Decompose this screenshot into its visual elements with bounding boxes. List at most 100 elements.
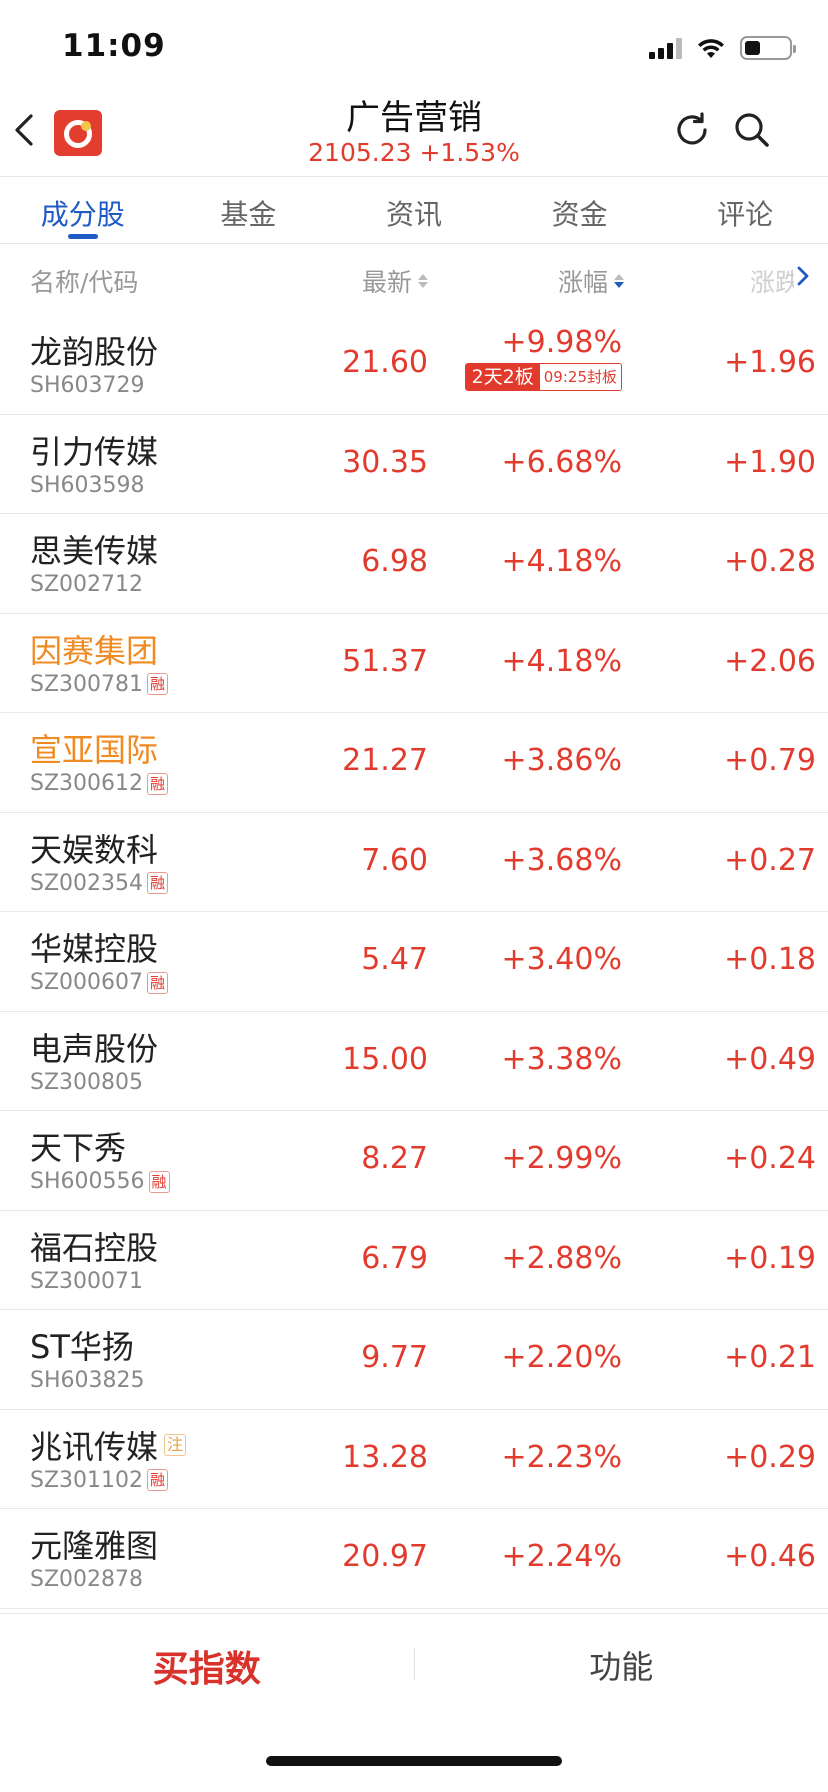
battery-level — [745, 41, 760, 55]
stock-code: SZ000607 — [30, 970, 144, 995]
stock-name: 因赛集团 — [30, 631, 159, 670]
stock-name: 兆讯传媒 — [30, 1427, 159, 1466]
column-change-pct-sort[interactable]: 涨幅 — [558, 263, 624, 299]
column-latest-sort[interactable]: 最新 — [362, 263, 428, 299]
stock-price: 8.27 — [361, 1141, 428, 1176]
stock-price: 9.77 — [361, 1340, 428, 1375]
tab-news[interactable]: 资讯 — [331, 177, 497, 243]
stock-name: 思美传媒 — [30, 532, 159, 570]
stock-code-line: SH603825 — [30, 1368, 145, 1393]
sort-icon — [418, 274, 428, 288]
stock-change-pct: +4.18% — [501, 544, 622, 579]
stock-change: +0.28 — [724, 544, 816, 579]
stock-name-wrap: 思美传媒 — [30, 526, 158, 572]
stock-change: +0.18 — [724, 942, 816, 977]
stock-name-wrap: ST华扬 — [30, 1322, 134, 1368]
stock-code: SH603598 — [30, 472, 145, 498]
stock-code-line: SZ300612 融 — [30, 771, 169, 796]
stock-change-pct: +6.68% — [501, 444, 622, 480]
stock-code: SZ002712 — [30, 572, 144, 597]
scroll-columns-right-button[interactable] — [796, 265, 810, 291]
tab-constituents[interactable]: 成分股 — [0, 177, 166, 243]
stock-change-pct: +2.88% — [501, 1240, 622, 1276]
stock-change: +0.19 — [724, 1240, 816, 1276]
stock-name-wrap: 引力传媒 — [30, 427, 158, 473]
stock-name-wrap: 天娱数科 — [30, 825, 158, 871]
status-icons — [649, 36, 796, 60]
stock-row[interactable]: 兆讯传媒注 SZ301102 融 13.28 +2.23% +0.29 — [0, 1410, 828, 1509]
stock-code: SZ300805 — [30, 1069, 144, 1095]
refresh-button[interactable] — [672, 110, 712, 150]
stock-row[interactable]: 思美传媒 SZ002712 6.98 +4.18% +0.28 — [0, 514, 828, 614]
stock-code: SZ002354 — [30, 870, 144, 896]
stock-row[interactable]: 宣亚国际 SZ300612 融 21.27 +3.86% +0.79 — [0, 713, 828, 813]
stock-price: 13.28 — [342, 1439, 428, 1475]
stock-row[interactable]: 因赛集团 SZ300781 融 51.37 +4.18% +2.06 — [0, 614, 828, 713]
stock-code: SZ002878 — [30, 1567, 144, 1592]
stock-code-line: SZ002712 — [30, 572, 143, 597]
stock-row[interactable]: 福石控股 SZ300071 6.79 +2.88% +0.19 — [0, 1211, 828, 1310]
buy-index-button[interactable]: 买指数 — [0, 1614, 414, 1713]
tab-comments[interactable]: 评论 — [662, 177, 828, 243]
stock-name: 华媒控股 — [30, 930, 159, 968]
stock-code-line: SZ301102 融 — [30, 1468, 169, 1493]
stock-list: 龙韵股份 SH603729 21.60 +9.98% 2天2板 09:25封板 +1.96 引… — [0, 315, 828, 1609]
sort-desc-icon — [614, 274, 624, 288]
stock-row[interactable]: 引力传媒 SH603598 30.35 +6.68% +1.90 — [0, 415, 828, 514]
stock-name-wrap: 天下秀 — [30, 1123, 126, 1169]
note-tag: 注 — [164, 1433, 187, 1456]
stock-change: +1.90 — [724, 444, 816, 480]
stock-name: 引力传媒 — [30, 432, 159, 471]
stock-code-line: SH603598 — [30, 473, 145, 498]
stock-name: 福石控股 — [30, 1228, 159, 1267]
stock-row[interactable]: ST华扬 SH603825 9.77 +2.20% +0.21 — [0, 1310, 828, 1410]
column-latest-label: 最新 — [361, 268, 412, 297]
stock-name: 电声股份 — [30, 1029, 159, 1068]
stock-row[interactable]: 电声股份 SZ300805 15.00 +3.38% +0.49 — [0, 1012, 828, 1111]
stock-name-wrap: 元隆雅图 — [30, 1521, 158, 1567]
stock-row[interactable]: 天娱数科 SZ002354 融 7.60 +3.68% +0.27 — [0, 813, 828, 912]
stock-price: 7.60 — [361, 842, 428, 878]
stock-price: 6.79 — [361, 1240, 428, 1276]
stock-row[interactable]: 龙韵股份 SH603729 21.60 +9.98% 2天2板 09:25封板 +1.96 — [0, 315, 828, 415]
stock-row[interactable]: 华媒控股 SZ000607 融 5.47 +3.40% +0.18 — [0, 912, 828, 1012]
stock-change-pct: +9.98% — [501, 325, 622, 360]
stock-code-line: SZ300781 融 — [30, 672, 169, 697]
stock-code-line: SH600556 融 — [30, 1169, 170, 1194]
margin-tag: 融 — [147, 673, 169, 695]
tab-funds[interactable]: 基金 — [166, 177, 332, 243]
stock-price: 21.60 — [342, 345, 428, 380]
search-button[interactable] — [732, 110, 772, 150]
stock-name: 天娱数科 — [30, 830, 159, 869]
tab-capital[interactable]: 资金 — [497, 177, 663, 243]
status-time: 11:09 — [62, 28, 166, 64]
stock-change-pct: +2.20% — [501, 1340, 622, 1375]
tab-bar: 成分股 基金 资讯 资金 评论 — [0, 176, 828, 244]
stock-price: 6.98 — [361, 544, 428, 579]
margin-tag: 融 — [147, 1469, 169, 1491]
stock-name: ST华扬 — [30, 1328, 134, 1366]
stock-row[interactable]: 天下秀 SH600556 融 8.27 +2.99% +0.24 — [0, 1111, 828, 1211]
chevron-right-icon — [797, 266, 809, 286]
stock-change-pct: +4.18% — [501, 643, 622, 679]
margin-tag: 融 — [147, 772, 169, 795]
stock-change: +0.21 — [724, 1340, 816, 1375]
stock-code-line: SZ300805 — [30, 1070, 143, 1095]
stock-code: SH603729 — [30, 373, 145, 398]
stock-row[interactable]: 元隆雅图 SZ002878 20.97 +2.24% +0.46 — [0, 1509, 828, 1609]
stock-price: 51.37 — [342, 643, 428, 679]
stock-change-pct: +3.40% — [501, 942, 622, 977]
stock-change-pct: +2.99% — [501, 1141, 622, 1176]
stock-name: 宣亚国际 — [30, 731, 159, 769]
stock-price: 5.47 — [361, 942, 428, 977]
stock-name-wrap: 因赛集团 — [30, 626, 158, 672]
stock-change: +0.79 — [724, 743, 816, 778]
stock-price: 15.00 — [342, 1041, 428, 1077]
margin-tag: 融 — [147, 872, 169, 894]
function-button[interactable]: 功能 — [415, 1614, 828, 1713]
stock-code-line: SZ300071 — [30, 1269, 143, 1294]
margin-tag: 融 — [148, 1170, 170, 1193]
cellular-signal-icon — [649, 37, 682, 59]
stock-code: SZ300612 — [30, 771, 144, 796]
column-change-label: 涨跌 — [750, 268, 794, 297]
